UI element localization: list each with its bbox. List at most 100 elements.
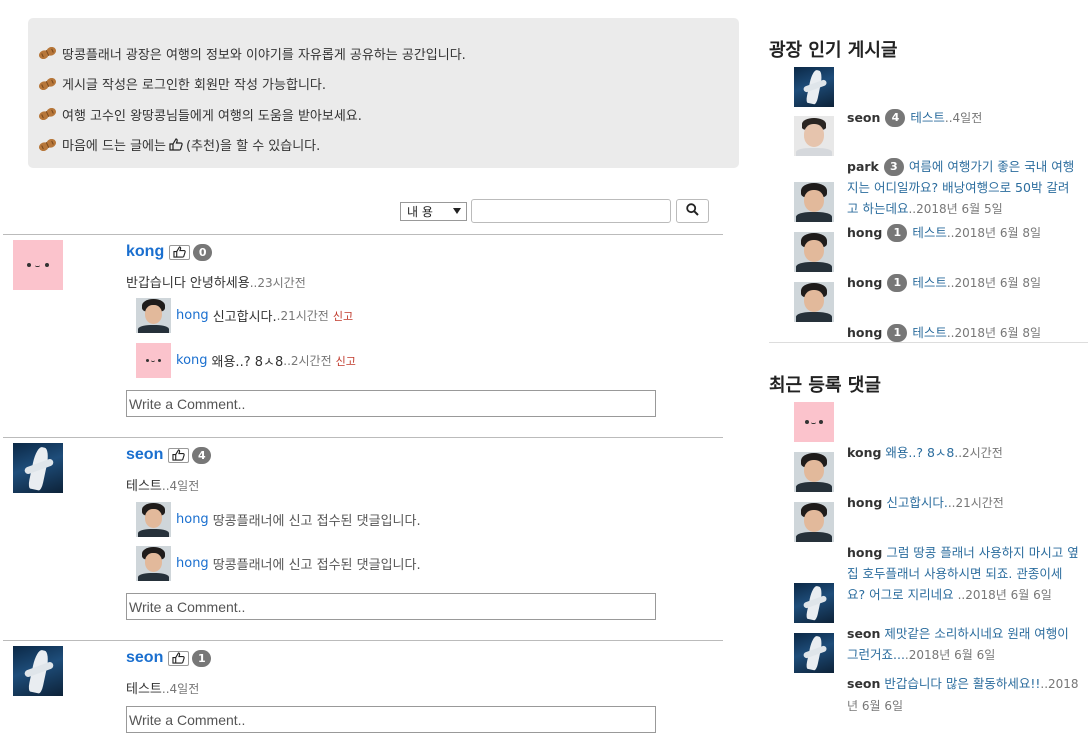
post-time: ..23시간전 [249, 276, 306, 290]
avatar [136, 546, 171, 581]
report-link[interactable]: 신고 [333, 308, 353, 324]
search-type-select[interactable]: 내 용 [400, 201, 467, 221]
comment-count-badge: 3 [883, 158, 904, 176]
comment-time: .21시간전 [276, 309, 329, 323]
like-count-badge: 0 [193, 243, 213, 261]
like-button[interactable] [169, 244, 191, 260]
comment-author[interactable]: kong [176, 353, 208, 368]
recent-comments-title: 최근 등록 댓글 [769, 375, 881, 396]
report-link[interactable]: 신고 [336, 353, 356, 369]
side-author: hong [847, 325, 883, 340]
avatar [794, 583, 834, 623]
thumbs-up-icon [173, 246, 186, 258]
post-item: seon 4 테스트..4일전 hong 땅콩플래너에 신고 접수된 댓글입니다… [3, 437, 723, 640]
notice-line: 여행 고수인 왕땅콩님들에게 여행의 도움을 받아보세요. [38, 99, 739, 130]
search-icon [686, 202, 699, 220]
search-input[interactable] [471, 199, 671, 223]
post-text: 테스트 [126, 479, 162, 494]
post-author[interactable]: seon [126, 446, 163, 464]
notice-line: 땅콩플래너 광장은 여행의 정보와 이야기를 자유롭게 공유하는 공간입니다. [38, 38, 739, 69]
avatar [794, 452, 834, 492]
recent-comment-link[interactable]: 반갑습니다 많은 활동하세요!! [884, 676, 1040, 691]
side-author: hong [847, 545, 883, 560]
post-header: kong 0 [126, 242, 213, 262]
comment-placeholder: Write a Comment.. [129, 395, 246, 412]
comment-time: ..2시간전 [283, 354, 332, 368]
post-author[interactable]: seon [126, 649, 163, 667]
avatar [13, 240, 63, 290]
comment-text: 왜용..? 8ㅅ8 [211, 355, 284, 370]
post-header: seon 4 [126, 445, 212, 465]
comment-input[interactable]: Write a Comment.. [126, 390, 656, 417]
notice-text: (추천)을 할 수 있습니다. [185, 139, 321, 155]
search-bar: 내 용 [400, 199, 709, 223]
thumbs-up-icon [172, 652, 186, 664]
comment-item: kong 왜용..? 8ㅅ8 ..2시간전 신고 [136, 343, 356, 378]
comment-author[interactable]: hong [176, 308, 209, 323]
sidebar-divider [769, 342, 1088, 343]
peanut-icon [38, 47, 57, 60]
peanut-icon [38, 77, 57, 90]
notice-text: 여행 고수인 왕땅콩님들에게 여행의 도움을 받아보세요. [62, 108, 362, 124]
like-button[interactable] [168, 650, 190, 666]
post-time: ..4일전 [161, 479, 200, 493]
side-time: ..2018년 6월 8일 [946, 326, 1042, 340]
post-item: seon 1 테스트..4일전 Write a Comment.. [3, 640, 723, 742]
comment-item: hong 신고합시다. .21시간전 신고 [136, 298, 353, 333]
post-item: kong 0 반갑습니다 안녕하세용..23시간전 hong 신고합시다. .21… [3, 234, 723, 437]
notice-box: 땅콩플래너 광장은 여행의 정보와 이야기를 자유롭게 공유하는 공간입니다. … [28, 18, 739, 168]
post-author[interactable]: kong [126, 243, 164, 261]
peanut-icon [38, 108, 57, 121]
comment-input[interactable]: Write a Comment.. [126, 593, 656, 620]
search-button[interactable] [676, 199, 709, 223]
notice-text: 땅콩플래너 광장은 여행의 정보와 이야기를 자유롭게 공유하는 공간입니다. [62, 47, 466, 63]
recent-comment-item[interactable]: seon 반갑습니다 많은 활동하세요!!..2018년 6월 6일 [794, 633, 1079, 717]
avatar [136, 298, 171, 333]
search-type-value: 내 용 [407, 204, 433, 219]
like-button[interactable] [168, 447, 190, 463]
avatar [794, 116, 834, 156]
side-author: park [847, 159, 879, 174]
side-author: seon [847, 676, 881, 691]
notice-line: 게시글 작성은 로그인한 회원만 작성 가능합니다. [38, 69, 739, 100]
like-count-badge: 4 [192, 446, 212, 464]
like-count-badge: 1 [192, 649, 212, 667]
avatar [794, 67, 834, 107]
comment-input[interactable]: Write a Comment.. [126, 706, 656, 733]
avatar [794, 502, 834, 542]
popular-post-link[interactable]: 테스트 [912, 325, 947, 340]
post-content: 테스트..4일전 [126, 678, 199, 697]
notice-text: 마음에 드는 글에는 [62, 139, 166, 155]
comment-item: hong 땅콩플래너에 신고 접수된 댓글입니다. [136, 502, 421, 537]
comment-text: 땅콩플래너에 신고 접수된 댓글입니다. [212, 558, 421, 573]
popular-post-item[interactable]: hong 1 테스트..2018년 6월 8일 [794, 282, 1079, 344]
post-header: seon 1 [126, 648, 212, 668]
comment-count-badge: 1 [887, 324, 908, 342]
post-content: 반갑습니다 안녕하세용..23시간전 [126, 272, 306, 291]
comment-placeholder: Write a Comment.. [129, 711, 246, 728]
comment-author[interactable]: hong [176, 512, 209, 527]
comment-author[interactable]: hong [176, 556, 209, 571]
avatar [794, 182, 834, 222]
thumbs-up-icon [169, 138, 183, 151]
post-content: 테스트..4일전 [126, 475, 199, 494]
comment-text: 땅콩플래너에 신고 접수된 댓글입니다. [212, 514, 421, 529]
popular-posts-title: 광장 인기 게시글 [769, 40, 898, 61]
post-text: 테스트 [126, 682, 162, 697]
post-time: ..4일전 [161, 682, 200, 696]
avatar [794, 633, 834, 673]
avatar [13, 443, 63, 493]
peanut-icon [38, 138, 57, 151]
comment-placeholder: Write a Comment.. [129, 598, 246, 615]
chevron-down-icon [453, 207, 461, 214]
notice-text: 게시글 작성은 로그인한 회원만 작성 가능합니다. [62, 78, 326, 94]
thumbs-up-icon [172, 449, 186, 461]
comment-item: hong 땅콩플래너에 신고 접수된 댓글입니다. [136, 546, 421, 581]
avatar [136, 502, 171, 537]
avatar [136, 343, 171, 378]
notice-line: 마음에 드는 글에는 (추천)을 할 수 있습니다. [38, 130, 739, 161]
comment-text: 신고합시다. [212, 310, 277, 325]
avatar [794, 282, 834, 322]
avatar [13, 646, 63, 696]
post-text: 반갑습니다 안녕하세용 [126, 276, 250, 291]
